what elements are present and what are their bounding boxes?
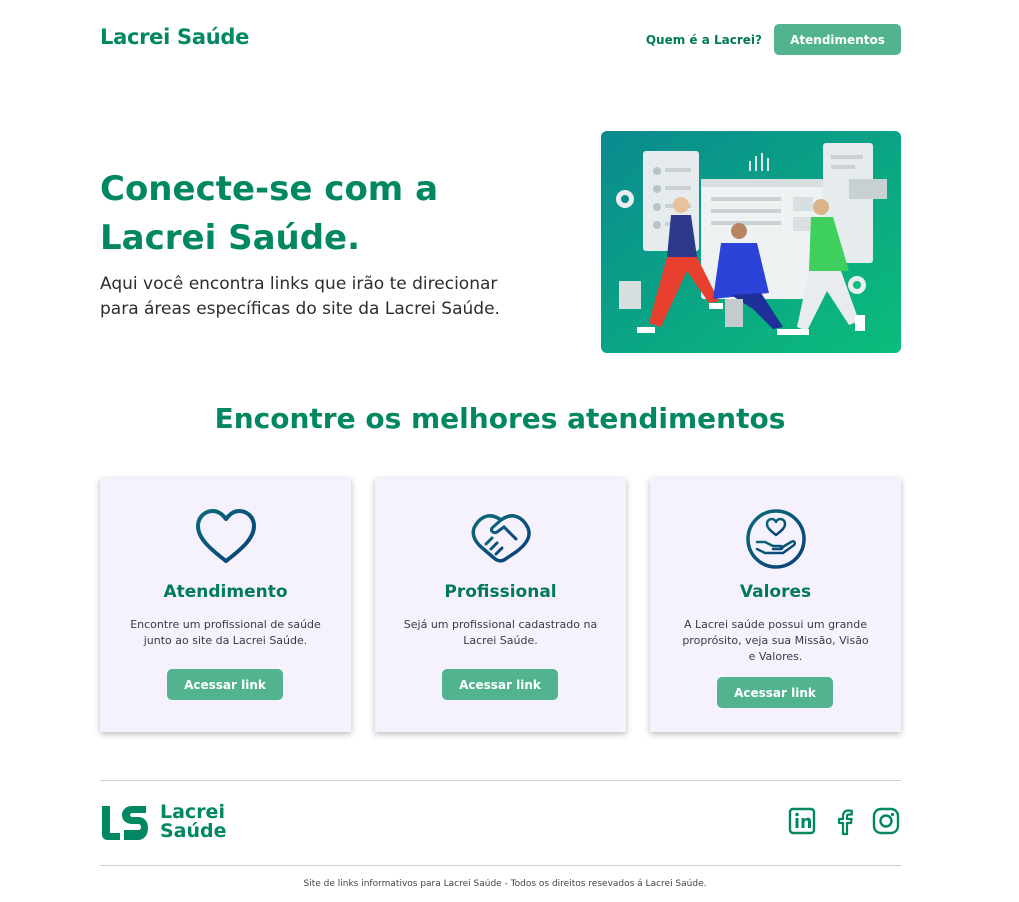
card-profissional: Profissional Sejá um profissional cadast… (375, 478, 626, 732)
footer-logo-line2: Saúde (160, 820, 227, 842)
site-header: Lacrei Saúde Quem é a Lacrei? Atendiment… (100, 24, 901, 56)
instagram-icon[interactable] (872, 806, 900, 836)
section-title: Encontre os melhores atendimentos (214, 402, 786, 435)
footer-logo[interactable]: Lacrei Saúde (100, 803, 240, 843)
linkedin-icon[interactable] (788, 806, 816, 836)
heart-icon (195, 508, 257, 570)
hero-text: Aqui você encontra links que irão te dir… (100, 274, 500, 319)
handshake-icon (470, 508, 532, 570)
nav-link-quem-e[interactable]: Quem é a Lacrei? (646, 33, 762, 47)
acessar-link-button-profissional[interactable]: Acessar link (442, 669, 558, 700)
card-title: Profissional (444, 582, 557, 602)
copyright-text: Site de links informativos para Lacrei S… (303, 879, 707, 889)
acessar-link-button-valores[interactable]: Acessar link (717, 677, 833, 708)
hero-title: Conecte-se com a Lacrei Saúde. (100, 169, 439, 258)
acessar-link-button-atendimento[interactable]: Acessar link (167, 669, 283, 700)
card-title: Valores (739, 582, 812, 602)
footer-divider-bottom (100, 865, 901, 866)
facebook-icon[interactable] (831, 806, 859, 836)
header-logo[interactable]: Lacrei Saúde (100, 25, 249, 49)
footer-divider-top (100, 780, 901, 781)
lacrei-monogram-icon (102, 806, 148, 840)
atendimentos-button[interactable]: Atendimentos (774, 24, 901, 55)
card-title: Atendimento (163, 582, 288, 602)
card-text: Sejá um profissional cadastrado na Lacre… (403, 618, 598, 647)
card-atendimento: Atendimento Encontre um profissional de … (100, 478, 351, 732)
hero-illustration (601, 131, 901, 353)
card-text: A Lacrei saúde possui um grande proprósi… (682, 618, 869, 663)
footer-logo-text: Lacrei Saúde (160, 803, 227, 841)
hand-heart-icon (745, 508, 807, 570)
card-text: Encontre um profissional de saúde junto … (130, 618, 321, 647)
card-valores: Valores A Lacrei saúde possui um grande … (650, 478, 901, 732)
